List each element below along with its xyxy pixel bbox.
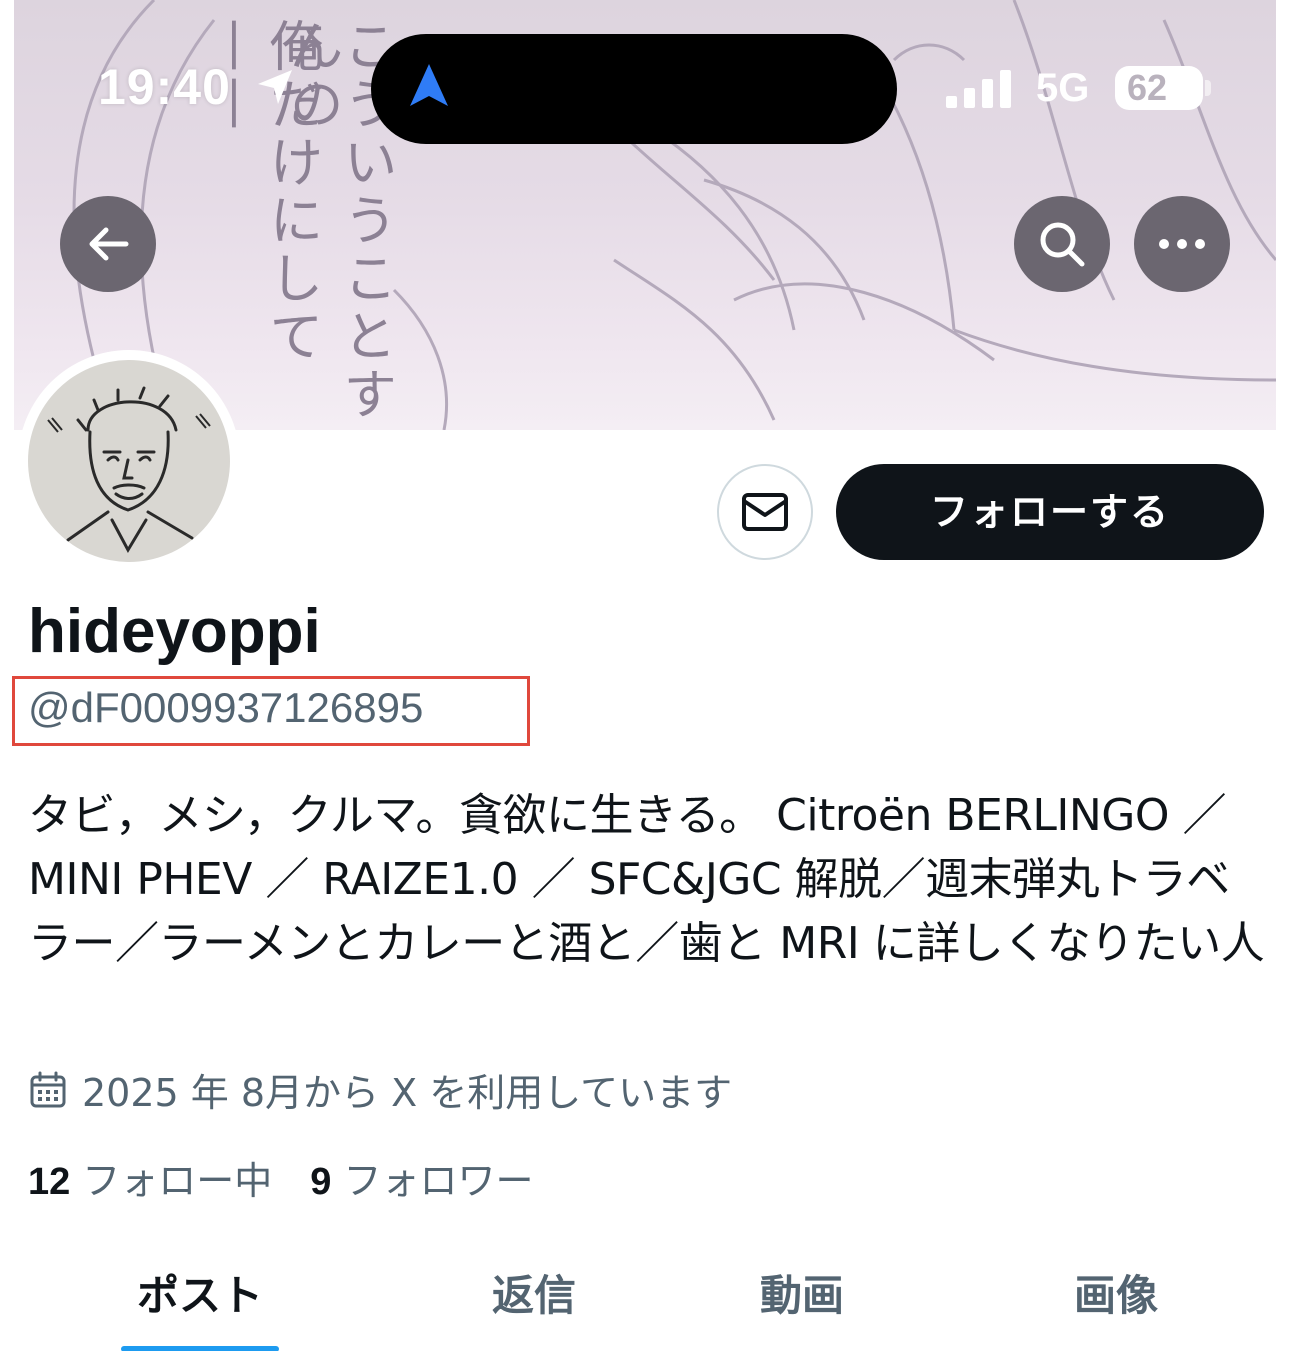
battery-tip (1205, 80, 1211, 96)
profile-bio: タビ，メシ，クルマ。貪欲に生きる。 Citroën BERLINGO ／MINI… (28, 790, 1265, 969)
tab-images[interactable]: 画像 (1036, 1262, 1196, 1323)
avatar-image (28, 360, 230, 562)
active-tab-indicator (121, 1346, 279, 1351)
navigation-icon (410, 64, 448, 106)
battery-icon: 62 (1115, 66, 1203, 110)
joined-date-row: 2025 年 8月から X を利用しています (28, 1062, 732, 1117)
tab-replies[interactable]: 返信 (454, 1262, 614, 1323)
envelope-icon (742, 493, 788, 531)
user-handle: @dF0009937126895 (28, 684, 424, 731)
message-button[interactable] (717, 464, 813, 560)
followers-label[interactable]: フォロワー (343, 1150, 533, 1205)
back-button[interactable] (60, 196, 156, 292)
following-count[interactable]: 12 (28, 1161, 70, 1204)
battery-level: 62 (1127, 67, 1168, 108)
calendar-icon (30, 1071, 66, 1107)
search-button[interactable] (1014, 196, 1110, 292)
more-button[interactable] (1134, 196, 1230, 292)
back-arrow-icon (89, 227, 129, 261)
followers-count[interactable]: 9 (310, 1161, 331, 1204)
follow-stats: 12 フォロー中 9 フォロワー (28, 1150, 571, 1205)
joined-date: 2025 年 8月から X を利用しています (82, 1071, 733, 1115)
network-type: 5G (1036, 66, 1090, 110)
following-label[interactable]: フォロー中 (82, 1150, 272, 1205)
search-icon (1040, 222, 1085, 267)
follow-button[interactable]: フォローする (836, 464, 1264, 560)
more-dots-icon (1159, 239, 1205, 249)
display-name: hideyoppi (28, 597, 321, 666)
signal-bars-icon (946, 70, 1011, 108)
tab-posts[interactable]: ポスト (120, 1262, 280, 1323)
tab-videos[interactable]: 動画 (722, 1262, 882, 1323)
avatar[interactable] (18, 350, 240, 572)
location-arrow-icon (258, 70, 292, 104)
status-time: 19:40 (98, 59, 231, 115)
profile-tabs: ポスト 返信 動画 画像 (0, 1252, 1290, 1351)
